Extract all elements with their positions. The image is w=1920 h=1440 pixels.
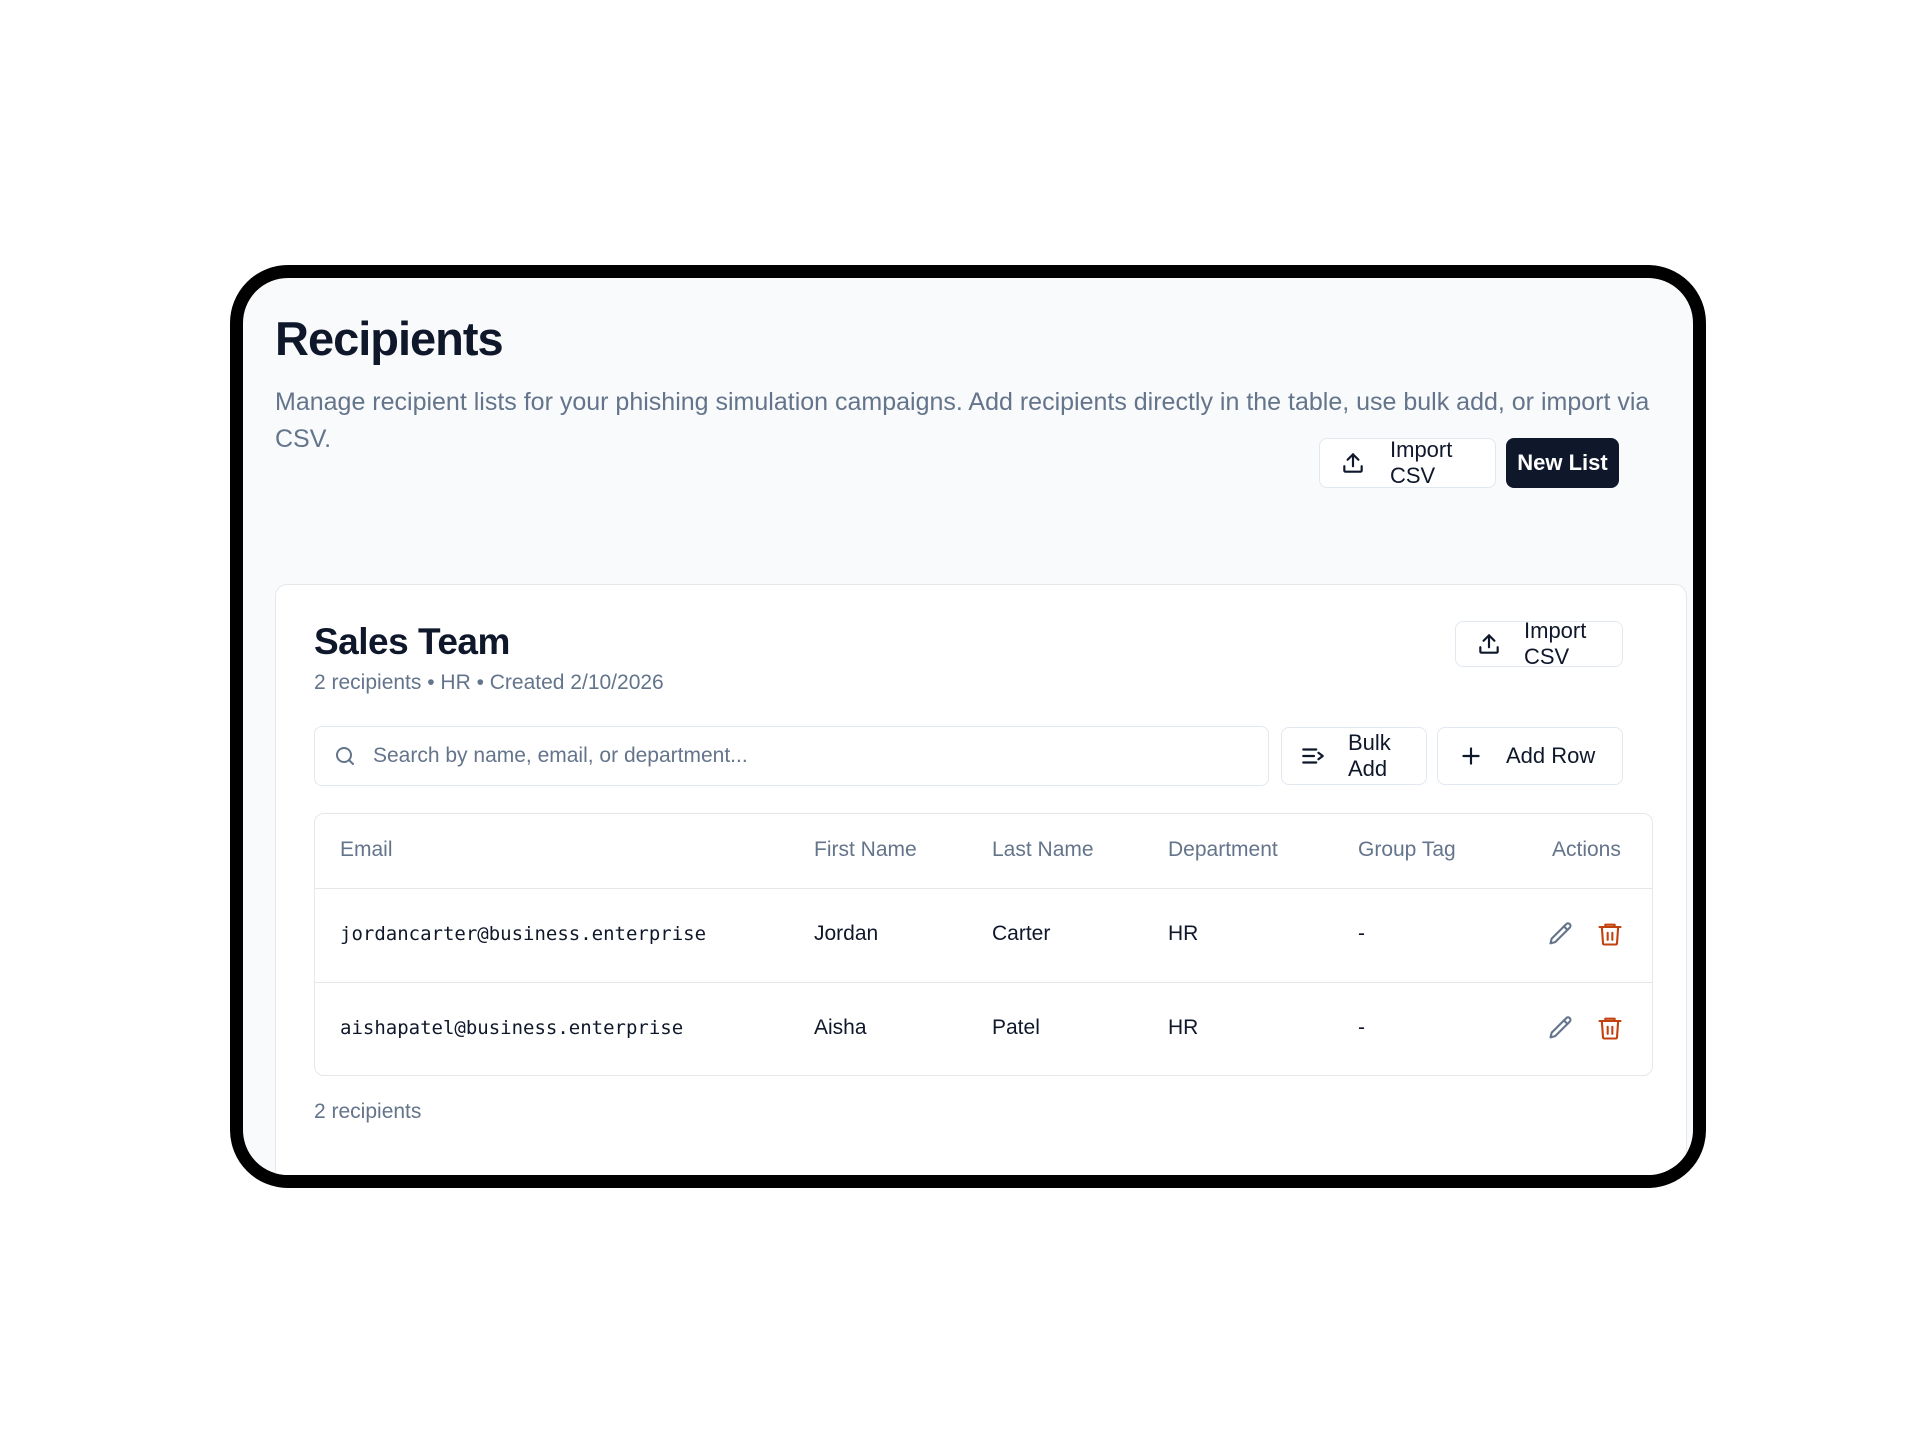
list-import-csv-button[interactable]: Import CSV [1455,618,1623,669]
email-cell[interactable]: aishapatel@business.enterprise [340,1017,683,1039]
department-cell[interactable]: HR [1168,922,1198,946]
search-icon [333,744,357,768]
pencil-icon[interactable] [1547,920,1575,948]
new-list-label: New List [1517,450,1608,475]
recipient-list-card: Sales Team 2 recipients • HR • Created 2… [275,584,1687,1175]
device-frame: Recipients Manage recipient lists for yo… [230,265,1706,1188]
last-name-cell[interactable]: Carter [992,922,1050,946]
upload-icon [1340,450,1366,476]
group-tag-cell[interactable]: - [1358,922,1365,946]
search-input[interactable] [371,743,1255,769]
department-cell[interactable]: HR [1168,1016,1198,1040]
email-cell[interactable]: jordancarter@business.enterprise [340,923,706,945]
column-header-email: Email [340,838,393,861]
add-row-label: Add Row [1506,743,1596,768]
recipients-table: Email First Name Last Name Department Gr… [314,813,1653,1076]
plus-icon [1458,743,1484,769]
bulk-add-label: Bulk Add [1348,730,1391,781]
import-csv-label: Import CSV [1390,437,1453,488]
upload-icon [1476,631,1502,657]
table-row: jordancarter@business.enterprise Jordan … [315,889,1652,983]
table-header: Email First Name Last Name Department Gr… [315,814,1652,889]
column-header-department: Department [1168,838,1278,861]
column-header-last-name: Last Name [992,838,1094,861]
column-header-group-tag: Group Tag [1358,838,1456,861]
list-meta: 2 recipients • HR • Created 2/10/2026 [314,671,664,694]
recipient-count: 2 recipients [314,1100,422,1123]
trash-icon[interactable] [1596,1014,1624,1042]
import-csv-button[interactable]: Import CSV [1319,437,1496,488]
column-header-actions: Actions [1552,838,1621,861]
first-name-cell[interactable]: Aisha [814,1016,867,1040]
last-name-cell[interactable]: Patel [992,1016,1040,1040]
add-row-button[interactable]: Add Row [1437,727,1623,785]
page-title: Recipients [275,312,504,365]
first-name-cell[interactable]: Jordan [814,922,878,946]
trash-icon[interactable] [1596,920,1624,948]
pencil-icon[interactable] [1547,1014,1575,1042]
recipients-page: Recipients Manage recipient lists for yo… [243,278,1693,1175]
list-import-csv-label: Import CSV [1524,618,1587,669]
table-row: aishapatel@business.enterprise Aisha Pat… [315,983,1652,1075]
group-tag-cell[interactable]: - [1358,1016,1365,1040]
bulk-add-button[interactable]: Bulk Add [1281,727,1427,785]
search-box [314,726,1269,786]
new-list-button[interactable]: New List [1506,438,1619,488]
column-header-first-name: First Name [814,838,917,861]
list-add-icon [1300,743,1326,769]
list-title: Sales Team [314,621,510,662]
